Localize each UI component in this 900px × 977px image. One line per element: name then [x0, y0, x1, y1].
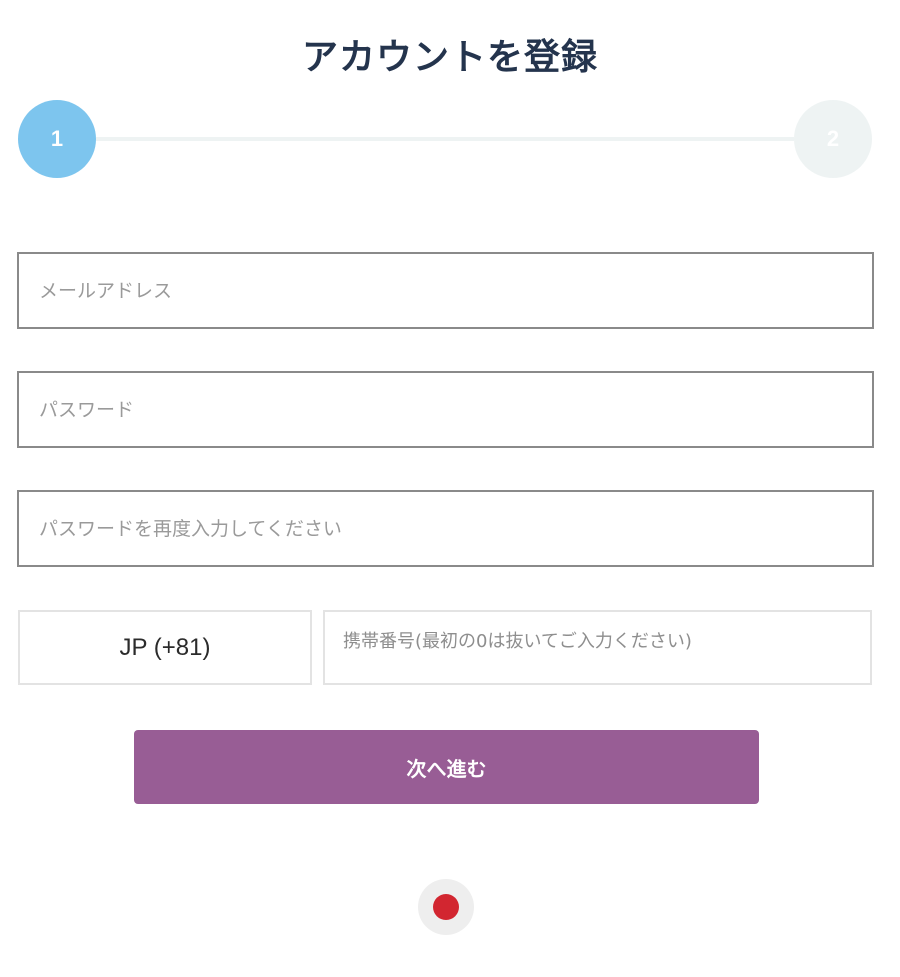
email-input[interactable]: [19, 254, 872, 327]
page-title: アカウントを登録: [301, 37, 598, 78]
step-1-indicator: 1: [18, 100, 96, 178]
country-code-select[interactable]: JP (+81): [18, 610, 312, 685]
stepper-line: [96, 137, 794, 141]
phone-input[interactable]: [325, 612, 870, 683]
japan-flag-icon: [433, 894, 459, 920]
language-toggle-button[interactable]: [418, 879, 474, 935]
next-button-label: 次へ進む: [406, 756, 487, 781]
email-field-wrapper: [17, 252, 874, 329]
progress-stepper: 1 2: [18, 100, 872, 178]
password-input[interactable]: [19, 373, 872, 446]
password-confirm-input[interactable]: [19, 492, 872, 565]
step-2-indicator: 2: [794, 100, 872, 178]
password-confirm-field-wrapper: [17, 490, 874, 567]
phone-field-wrapper: [323, 610, 872, 685]
password-field-wrapper: [17, 371, 874, 448]
country-code-value: JP (+81): [119, 633, 211, 661]
next-button[interactable]: 次へ進む: [134, 730, 759, 804]
